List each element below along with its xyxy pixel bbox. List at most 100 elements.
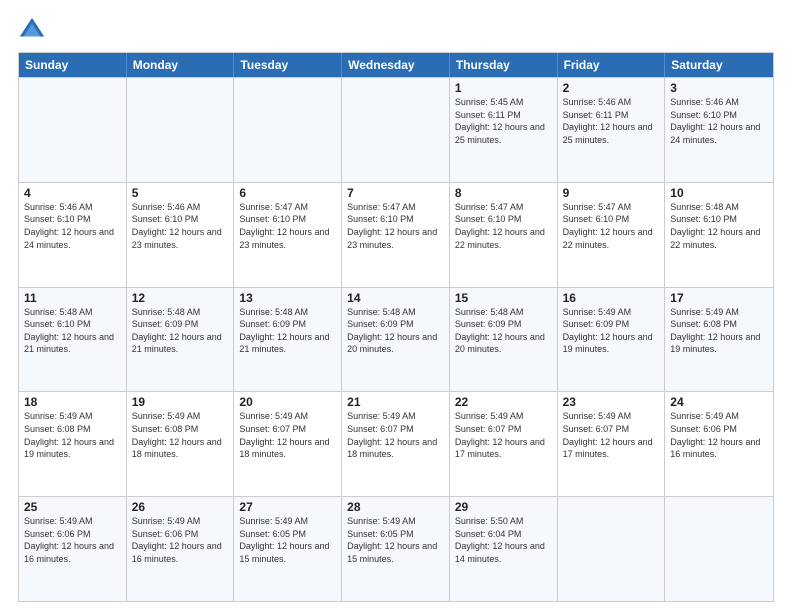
day-cell-27: 27Sunrise: 5:49 AMSunset: 6:05 PMDayligh… [234,497,342,601]
day-cell-11: 11Sunrise: 5:48 AMSunset: 6:10 PMDayligh… [19,288,127,392]
day-number: 23 [563,395,660,409]
sun-info: Sunrise: 5:49 AMSunset: 6:07 PMDaylight:… [239,410,336,460]
day-cell-12: 12Sunrise: 5:48 AMSunset: 6:09 PMDayligh… [127,288,235,392]
day-number: 12 [132,291,229,305]
sun-info: Sunrise: 5:45 AMSunset: 6:11 PMDaylight:… [455,96,552,146]
day-cell-17: 17Sunrise: 5:49 AMSunset: 6:08 PMDayligh… [665,288,773,392]
day-number: 4 [24,186,121,200]
day-cell-14: 14Sunrise: 5:48 AMSunset: 6:09 PMDayligh… [342,288,450,392]
day-cell-1: 1Sunrise: 5:45 AMSunset: 6:11 PMDaylight… [450,78,558,182]
sun-info: Sunrise: 5:49 AMSunset: 6:05 PMDaylight:… [239,515,336,565]
day-number: 22 [455,395,552,409]
day-cell-4: 4Sunrise: 5:46 AMSunset: 6:10 PMDaylight… [19,183,127,287]
sun-info: Sunrise: 5:49 AMSunset: 6:06 PMDaylight:… [670,410,768,460]
logo [18,16,50,44]
day-number: 21 [347,395,444,409]
empty-cell [19,78,127,182]
day-number: 6 [239,186,336,200]
header-cell-sunday: Sunday [19,53,127,77]
day-cell-26: 26Sunrise: 5:49 AMSunset: 6:06 PMDayligh… [127,497,235,601]
day-cell-15: 15Sunrise: 5:48 AMSunset: 6:09 PMDayligh… [450,288,558,392]
sun-info: Sunrise: 5:48 AMSunset: 6:09 PMDaylight:… [347,306,444,356]
header-cell-friday: Friday [558,53,666,77]
sun-info: Sunrise: 5:49 AMSunset: 6:07 PMDaylight:… [563,410,660,460]
day-number: 18 [24,395,121,409]
day-number: 9 [563,186,660,200]
day-number: 5 [132,186,229,200]
sun-info: Sunrise: 5:46 AMSunset: 6:10 PMDaylight:… [24,201,121,251]
empty-cell [234,78,342,182]
sun-info: Sunrise: 5:50 AMSunset: 6:04 PMDaylight:… [455,515,552,565]
day-number: 28 [347,500,444,514]
sun-info: Sunrise: 5:47 AMSunset: 6:10 PMDaylight:… [563,201,660,251]
day-cell-21: 21Sunrise: 5:49 AMSunset: 6:07 PMDayligh… [342,392,450,496]
week-row-1: 1Sunrise: 5:45 AMSunset: 6:11 PMDaylight… [19,77,773,182]
page: SundayMondayTuesdayWednesdayThursdayFrid… [0,0,792,612]
day-number: 1 [455,81,552,95]
sun-info: Sunrise: 5:46 AMSunset: 6:10 PMDaylight:… [670,96,768,146]
day-cell-22: 22Sunrise: 5:49 AMSunset: 6:07 PMDayligh… [450,392,558,496]
day-number: 24 [670,395,768,409]
day-cell-19: 19Sunrise: 5:49 AMSunset: 6:08 PMDayligh… [127,392,235,496]
day-cell-8: 8Sunrise: 5:47 AMSunset: 6:10 PMDaylight… [450,183,558,287]
day-cell-25: 25Sunrise: 5:49 AMSunset: 6:06 PMDayligh… [19,497,127,601]
sun-info: Sunrise: 5:47 AMSunset: 6:10 PMDaylight:… [239,201,336,251]
sun-info: Sunrise: 5:49 AMSunset: 6:07 PMDaylight:… [347,410,444,460]
day-number: 10 [670,186,768,200]
day-cell-5: 5Sunrise: 5:46 AMSunset: 6:10 PMDaylight… [127,183,235,287]
sun-info: Sunrise: 5:49 AMSunset: 6:06 PMDaylight:… [24,515,121,565]
sun-info: Sunrise: 5:49 AMSunset: 6:06 PMDaylight:… [132,515,229,565]
sun-info: Sunrise: 5:49 AMSunset: 6:05 PMDaylight:… [347,515,444,565]
day-cell-28: 28Sunrise: 5:49 AMSunset: 6:05 PMDayligh… [342,497,450,601]
sun-info: Sunrise: 5:49 AMSunset: 6:09 PMDaylight:… [563,306,660,356]
day-cell-9: 9Sunrise: 5:47 AMSunset: 6:10 PMDaylight… [558,183,666,287]
empty-cell [665,497,773,601]
sun-info: Sunrise: 5:48 AMSunset: 6:10 PMDaylight:… [24,306,121,356]
sun-info: Sunrise: 5:48 AMSunset: 6:09 PMDaylight:… [455,306,552,356]
day-cell-13: 13Sunrise: 5:48 AMSunset: 6:09 PMDayligh… [234,288,342,392]
sun-info: Sunrise: 5:47 AMSunset: 6:10 PMDaylight:… [347,201,444,251]
sun-info: Sunrise: 5:49 AMSunset: 6:08 PMDaylight:… [670,306,768,356]
calendar: SundayMondayTuesdayWednesdayThursdayFrid… [18,52,774,602]
day-cell-3: 3Sunrise: 5:46 AMSunset: 6:10 PMDaylight… [665,78,773,182]
day-number: 8 [455,186,552,200]
header-cell-saturday: Saturday [665,53,773,77]
day-number: 26 [132,500,229,514]
day-cell-2: 2Sunrise: 5:46 AMSunset: 6:11 PMDaylight… [558,78,666,182]
day-cell-10: 10Sunrise: 5:48 AMSunset: 6:10 PMDayligh… [665,183,773,287]
header-cell-monday: Monday [127,53,235,77]
week-row-4: 18Sunrise: 5:49 AMSunset: 6:08 PMDayligh… [19,391,773,496]
week-row-2: 4Sunrise: 5:46 AMSunset: 6:10 PMDaylight… [19,182,773,287]
day-number: 29 [455,500,552,514]
sun-info: Sunrise: 5:49 AMSunset: 6:07 PMDaylight:… [455,410,552,460]
day-cell-29: 29Sunrise: 5:50 AMSunset: 6:04 PMDayligh… [450,497,558,601]
header-cell-wednesday: Wednesday [342,53,450,77]
day-number: 19 [132,395,229,409]
sun-info: Sunrise: 5:47 AMSunset: 6:10 PMDaylight:… [455,201,552,251]
day-number: 20 [239,395,336,409]
day-cell-6: 6Sunrise: 5:47 AMSunset: 6:10 PMDaylight… [234,183,342,287]
day-number: 13 [239,291,336,305]
empty-cell [342,78,450,182]
day-number: 11 [24,291,121,305]
day-number: 2 [563,81,660,95]
week-row-5: 25Sunrise: 5:49 AMSunset: 6:06 PMDayligh… [19,496,773,601]
empty-cell [127,78,235,182]
week-row-3: 11Sunrise: 5:48 AMSunset: 6:10 PMDayligh… [19,287,773,392]
sun-info: Sunrise: 5:49 AMSunset: 6:08 PMDaylight:… [24,410,121,460]
day-number: 17 [670,291,768,305]
sun-info: Sunrise: 5:48 AMSunset: 6:09 PMDaylight:… [239,306,336,356]
day-number: 14 [347,291,444,305]
header-cell-thursday: Thursday [450,53,558,77]
day-cell-16: 16Sunrise: 5:49 AMSunset: 6:09 PMDayligh… [558,288,666,392]
sun-info: Sunrise: 5:48 AMSunset: 6:09 PMDaylight:… [132,306,229,356]
day-number: 3 [670,81,768,95]
day-cell-23: 23Sunrise: 5:49 AMSunset: 6:07 PMDayligh… [558,392,666,496]
empty-cell [558,497,666,601]
calendar-body: 1Sunrise: 5:45 AMSunset: 6:11 PMDaylight… [19,77,773,601]
day-number: 25 [24,500,121,514]
day-number: 27 [239,500,336,514]
day-cell-20: 20Sunrise: 5:49 AMSunset: 6:07 PMDayligh… [234,392,342,496]
sun-info: Sunrise: 5:48 AMSunset: 6:10 PMDaylight:… [670,201,768,251]
sun-info: Sunrise: 5:49 AMSunset: 6:08 PMDaylight:… [132,410,229,460]
